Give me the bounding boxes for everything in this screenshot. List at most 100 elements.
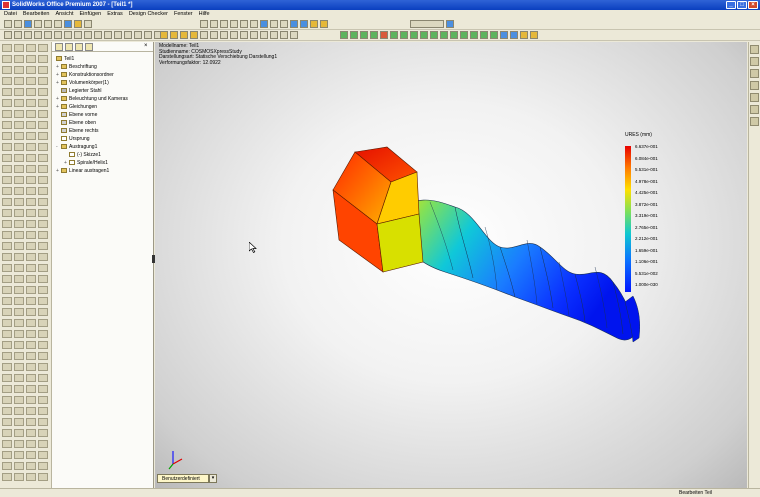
tool-icon[interactable] bbox=[14, 462, 24, 470]
zoom-fit-icon[interactable] bbox=[200, 20, 208, 28]
tool-icon[interactable] bbox=[26, 132, 36, 140]
tool-icon[interactable] bbox=[38, 209, 48, 217]
zebra-icon[interactable] bbox=[420, 31, 428, 39]
close-button[interactable]: × bbox=[748, 1, 758, 9]
tool-icon[interactable] bbox=[14, 165, 24, 173]
tool-icon[interactable] bbox=[26, 297, 36, 305]
tool-icon[interactable] bbox=[2, 319, 12, 327]
tree-item-beschriftung[interactable]: + Beschriftung bbox=[56, 64, 97, 71]
hidden-lines-icon[interactable] bbox=[280, 20, 288, 28]
cosmos-tab-icon[interactable] bbox=[85, 43, 93, 51]
tool-icon[interactable] bbox=[38, 110, 48, 118]
tool-icon[interactable] bbox=[2, 363, 12, 371]
tool-icon[interactable] bbox=[14, 187, 24, 195]
chamfer-icon[interactable] bbox=[220, 31, 228, 39]
tool-icon[interactable] bbox=[2, 198, 12, 206]
tool-icon[interactable] bbox=[38, 198, 48, 206]
curvature-icon[interactable] bbox=[430, 31, 438, 39]
tool-icon[interactable] bbox=[2, 429, 12, 437]
save-icon[interactable] bbox=[24, 20, 32, 28]
tool-icon[interactable] bbox=[2, 308, 12, 316]
tool-icon[interactable] bbox=[14, 308, 24, 316]
tool-icon[interactable] bbox=[2, 77, 12, 85]
tree-item-spirale[interactable]: + Spirale/Helix1 bbox=[64, 160, 108, 167]
tool-icon[interactable] bbox=[14, 99, 24, 107]
tool-icon[interactable] bbox=[2, 286, 12, 294]
tree-item-beleuchtung[interactable]: + Beleuchtung und Kameras bbox=[56, 96, 128, 103]
tool-icon[interactable] bbox=[2, 473, 12, 481]
tool-icon[interactable] bbox=[26, 418, 36, 426]
tool-icon[interactable] bbox=[26, 286, 36, 294]
tool-icon[interactable] bbox=[26, 198, 36, 206]
tool-icon[interactable] bbox=[14, 176, 24, 184]
pattern-icon[interactable] bbox=[250, 31, 258, 39]
tool-icon[interactable] bbox=[26, 341, 36, 349]
tool-icon[interactable] bbox=[14, 418, 24, 426]
circle-icon[interactable] bbox=[34, 31, 42, 39]
tool-icon[interactable] bbox=[26, 55, 36, 63]
menu-bearbeiten[interactable]: Bearbeiten bbox=[23, 10, 50, 19]
tool-icon[interactable] bbox=[38, 264, 48, 272]
tool-icon[interactable] bbox=[2, 143, 12, 151]
tool-icon[interactable] bbox=[14, 385, 24, 393]
menu-fenster[interactable]: Fenster bbox=[174, 10, 193, 19]
tool-icon[interactable] bbox=[14, 220, 24, 228]
tool-icon[interactable] bbox=[14, 44, 24, 52]
tree-root[interactable]: Teil1 bbox=[56, 56, 74, 63]
axis-icon[interactable] bbox=[280, 31, 288, 39]
routing-icon[interactable] bbox=[510, 31, 518, 39]
tool-icon[interactable] bbox=[38, 253, 48, 261]
tool-icon[interactable] bbox=[14, 253, 24, 261]
tool-icon[interactable] bbox=[38, 66, 48, 74]
search-icon[interactable] bbox=[750, 81, 759, 90]
menu-einfuegen[interactable]: Einfügen bbox=[80, 10, 102, 19]
tool-icon[interactable] bbox=[26, 231, 36, 239]
tool-icon[interactable] bbox=[2, 341, 12, 349]
tool-icon[interactable] bbox=[38, 44, 48, 52]
tree-item-gleichungen[interactable]: + Gleichungen bbox=[56, 104, 97, 111]
view-palette-icon[interactable] bbox=[750, 93, 759, 102]
point-icon[interactable] bbox=[64, 31, 72, 39]
tool-icon[interactable] bbox=[2, 209, 12, 217]
check-icon[interactable] bbox=[370, 31, 378, 39]
zoom-select-icon[interactable] bbox=[230, 20, 238, 28]
fea-model[interactable] bbox=[155, 42, 747, 488]
tool-icon[interactable] bbox=[2, 407, 12, 415]
tool-icon[interactable] bbox=[14, 319, 24, 327]
tool-icon[interactable] bbox=[38, 121, 48, 129]
tool-icon[interactable] bbox=[38, 165, 48, 173]
tool-icon[interactable] bbox=[26, 407, 36, 415]
tool-icon[interactable] bbox=[2, 110, 12, 118]
tool-icon[interactable] bbox=[38, 132, 48, 140]
tree-item-ebene-oben[interactable]: Ebene oben bbox=[56, 120, 96, 127]
configuration-manager-tab-icon[interactable] bbox=[75, 43, 83, 51]
tool-icon[interactable] bbox=[26, 44, 36, 52]
tool-icon[interactable] bbox=[38, 55, 48, 63]
sketch-icon[interactable] bbox=[4, 31, 12, 39]
tool-icon[interactable] bbox=[38, 77, 48, 85]
tool-icon[interactable] bbox=[38, 220, 48, 228]
tree-item-volumenkoerper[interactable]: + Volumenkörper(1) bbox=[56, 80, 109, 87]
parting-line-icon[interactable] bbox=[410, 31, 418, 39]
tool-icon[interactable] bbox=[26, 253, 36, 261]
tool-icon[interactable] bbox=[2, 396, 12, 404]
tool-icon[interactable] bbox=[26, 374, 36, 382]
view-orientation-icon[interactable] bbox=[260, 20, 268, 28]
tool-icon[interactable] bbox=[26, 462, 36, 470]
redo-icon[interactable] bbox=[54, 20, 62, 28]
tool-icon[interactable] bbox=[14, 396, 24, 404]
tool-icon[interactable] bbox=[38, 418, 48, 426]
tool-icon[interactable] bbox=[14, 88, 24, 96]
tool-icon[interactable] bbox=[38, 154, 48, 162]
tree-item-konstruktionsordner[interactable]: + Konstruktionsordner bbox=[56, 72, 114, 79]
tool-icon[interactable] bbox=[38, 440, 48, 448]
tool-icon[interactable] bbox=[2, 187, 12, 195]
tool-icon[interactable] bbox=[2, 330, 12, 338]
zoom-area-icon[interactable] bbox=[210, 20, 218, 28]
tool-icon[interactable] bbox=[38, 341, 48, 349]
tool-icon[interactable] bbox=[38, 473, 48, 481]
tool-icon[interactable] bbox=[38, 176, 48, 184]
tree-item-linear-austragen[interactable]: + Linear austragen1 bbox=[56, 168, 109, 175]
tool-icon[interactable] bbox=[38, 187, 48, 195]
tool-icon[interactable] bbox=[38, 451, 48, 459]
